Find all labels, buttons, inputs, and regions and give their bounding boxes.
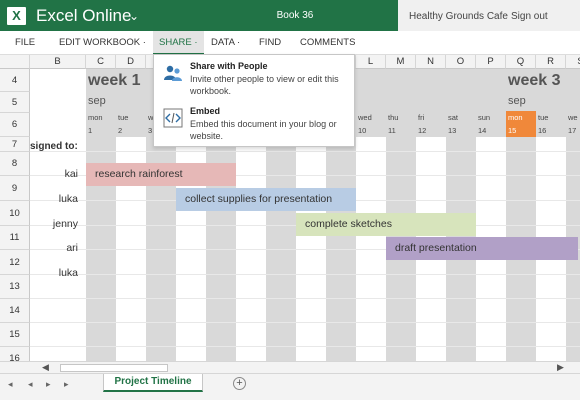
gridline (30, 346, 580, 347)
day-number[interactable]: 13 (448, 126, 456, 135)
day-number[interactable]: 15 (508, 126, 516, 135)
month-label-2[interactable]: sep (508, 95, 526, 107)
row-header[interactable]: 12 (0, 250, 30, 275)
gridline (30, 298, 580, 299)
row-header[interactable]: 10 (0, 201, 30, 226)
column-header[interactable]: C (86, 55, 116, 69)
column-header[interactable]: B (30, 55, 86, 69)
day-name[interactable]: tue (538, 113, 548, 122)
task-bar-research[interactable]: research rainforest (86, 163, 236, 186)
share-dropdown-menu: Share with People Invite other people to… (153, 54, 355, 147)
day-number[interactable]: 14 (478, 126, 486, 135)
people-icon (164, 65, 182, 81)
tab-edit-workbook[interactable]: EDIT WORKBOOK · (59, 37, 146, 48)
row-header[interactable]: 15 (0, 323, 30, 347)
share-with-people-title: Share with People (190, 61, 268, 71)
day-number[interactable]: 10 (358, 126, 366, 135)
task-bar-sketches[interactable]: complete sketches (296, 213, 476, 236)
tab-share[interactable]: SHARE · (153, 31, 204, 55)
row-header[interactable]: 13 (0, 275, 30, 299)
column-header[interactable]: O (446, 55, 476, 69)
row-header[interactable]: 8 (0, 152, 30, 176)
row-header[interactable]: 11 (0, 226, 30, 250)
day-number[interactable]: 16 (538, 126, 546, 135)
day-name[interactable]: sun (478, 113, 490, 122)
sheet-tab-project-timeline[interactable]: Project Timeline (103, 374, 203, 392)
tab-find[interactable]: FIND (259, 37, 281, 48)
workbook-name[interactable]: Book 36 (250, 10, 340, 21)
tab-data[interactable]: DATA · (211, 37, 240, 48)
scrollbar-thumb[interactable] (60, 364, 168, 372)
column-header[interactable]: D (116, 55, 146, 69)
embed-desc: Embed this document in your blog or webs… (190, 119, 337, 141)
tab-comments[interactable]: COMMENTS (300, 37, 355, 48)
week-3-label[interactable]: week 3 (508, 72, 560, 90)
embed-code-icon (163, 108, 183, 128)
row-header[interactable]: 6 (0, 113, 30, 137)
day-name[interactable]: mon (88, 113, 103, 122)
last-sheet-icon[interactable]: ▸ (64, 379, 69, 390)
column-header[interactable]: Q (506, 55, 536, 69)
gridline (30, 274, 580, 275)
day-name[interactable]: wed (358, 113, 372, 122)
ribbon-tabs: FILE EDIT WORKBOOK · SHARE · DATA · FIND… (0, 31, 580, 55)
assigned-to-header[interactable]: signed to: (30, 141, 78, 152)
row-header[interactable]: 5 (0, 92, 30, 113)
person-cell[interactable]: jenny (30, 218, 78, 230)
day-name[interactable]: fri (418, 113, 424, 122)
chevron-down-icon[interactable]: ⌄ (129, 9, 139, 23)
day-number[interactable]: 2 (118, 126, 122, 135)
column-header[interactable]: M (386, 55, 416, 69)
gridline (30, 322, 580, 323)
day-name[interactable]: sat (448, 113, 458, 122)
column-header[interactable]: P (476, 55, 506, 69)
task-bar-supplies[interactable]: collect supplies for presentation (176, 188, 356, 211)
column-header[interactable]: R (536, 55, 566, 69)
person-cell[interactable]: ari (30, 242, 78, 254)
share-with-people-desc: Invite other people to view or edit this… (190, 74, 339, 96)
week-1-label[interactable]: week 1 (88, 72, 140, 90)
horizontal-scrollbar[interactable]: ◀ ▶ (0, 361, 580, 373)
tab-file[interactable]: FILE (15, 37, 35, 48)
day-number[interactable]: 12 (418, 126, 426, 135)
row-header[interactable]: 7 (0, 137, 30, 152)
day-name[interactable]: tue (118, 113, 128, 122)
select-all-corner[interactable] (0, 55, 30, 69)
user-area: Healthy Grounds Cafe Sign out (398, 0, 580, 31)
add-sheet-icon[interactable]: + (233, 377, 246, 390)
column-header[interactable]: N (416, 55, 446, 69)
row-header[interactable]: 14 (0, 299, 30, 323)
embed-title: Embed (190, 106, 221, 116)
sign-out-link[interactable]: Sign out (511, 11, 548, 22)
column-header[interactable]: S (566, 55, 580, 69)
day-number[interactable]: 1 (88, 126, 92, 135)
user-name[interactable]: Healthy Grounds Cafe (409, 11, 508, 22)
row-header[interactable]: 16 (0, 347, 30, 361)
row-header[interactable]: 4 (0, 69, 30, 92)
day-number[interactable]: 3 (148, 126, 152, 135)
day-name[interactable]: we (568, 113, 578, 122)
scroll-left-icon[interactable]: ◀ (42, 362, 49, 373)
column-header[interactable]: L (356, 55, 386, 69)
task-bar-draft[interactable]: draft presentation (386, 237, 578, 260)
day-name[interactable]: mon (508, 113, 523, 122)
sheet-tab-bar: ◂ ◂ ▸ ▸ Project Timeline + (0, 373, 580, 400)
person-cell[interactable]: luka (30, 267, 78, 279)
excel-logo-icon[interactable]: X (7, 7, 26, 25)
row-header[interactable]: 9 (0, 176, 30, 201)
next-sheet-icon[interactable]: ▸ (46, 379, 51, 390)
scroll-right-icon[interactable]: ▶ (557, 362, 564, 373)
prev-sheet-icon[interactable]: ◂ (28, 379, 33, 390)
app-name[interactable]: Excel Online (36, 6, 131, 26)
gridline (30, 151, 580, 152)
month-label-1[interactable]: sep (88, 95, 106, 107)
person-cell[interactable]: kai (30, 168, 78, 180)
title-bar: X Excel Online ⌄ Book 36 Healthy Grounds… (0, 0, 580, 31)
day-number[interactable]: 17 (568, 126, 576, 135)
day-name[interactable]: thu (388, 113, 398, 122)
first-sheet-icon[interactable]: ◂ (8, 379, 13, 390)
person-cell[interactable]: luka (30, 193, 78, 205)
day-number[interactable]: 11 (388, 126, 396, 135)
